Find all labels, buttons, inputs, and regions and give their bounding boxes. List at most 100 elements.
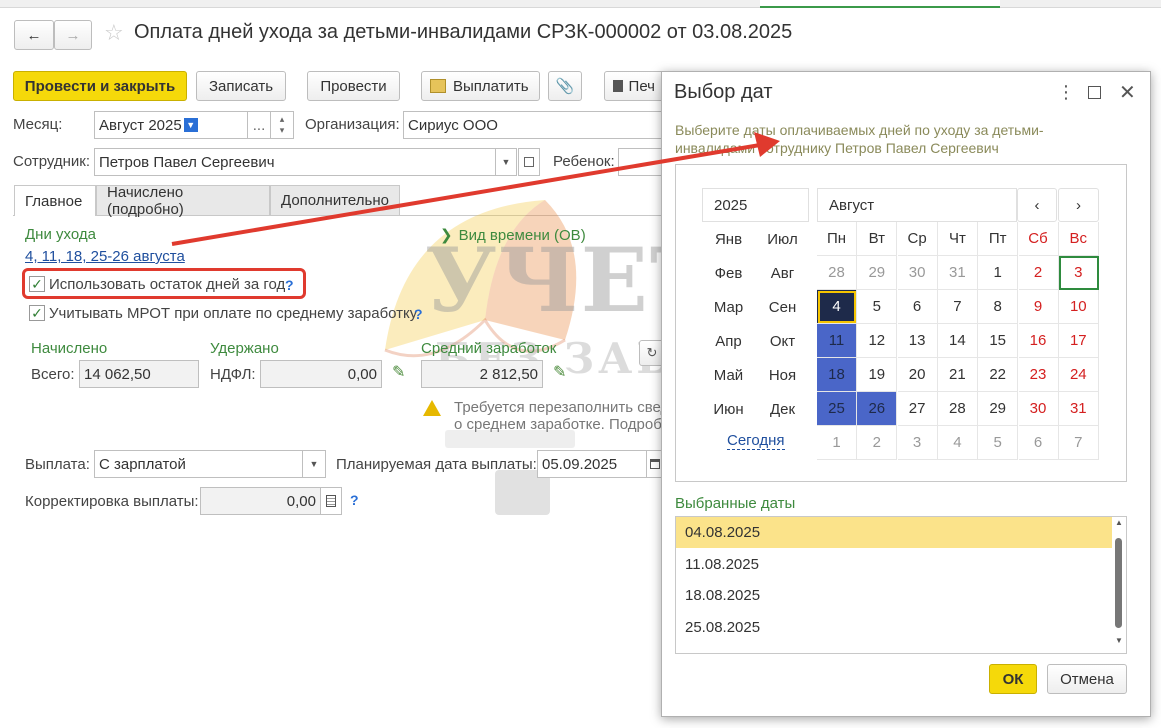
scroll-thumb[interactable] bbox=[1115, 538, 1122, 628]
calendar-day[interactable]: 1 bbox=[978, 256, 1019, 290]
month-stepper[interactable]: ▴ ▾ bbox=[270, 111, 294, 139]
month-option[interactable]: Апр bbox=[702, 324, 755, 358]
calendar-day[interactable]: 23 bbox=[1018, 358, 1059, 392]
dropdown-icon[interactable]: ▼ bbox=[183, 118, 198, 132]
calendar-day[interactable]: 11 bbox=[817, 324, 857, 358]
scroll-down-icon[interactable]: ▼ bbox=[1115, 636, 1123, 645]
calendar-day[interactable]: 28 bbox=[937, 392, 978, 426]
ok-button[interactable]: ОК bbox=[989, 664, 1037, 694]
calendar-day[interactable]: 26 bbox=[857, 392, 898, 426]
calendar-day[interactable]: 5 bbox=[857, 290, 898, 324]
calendar-day[interactable]: 8 bbox=[978, 290, 1019, 324]
payment-dropdown[interactable]: ▼ bbox=[302, 450, 326, 478]
month-option[interactable]: Июл bbox=[756, 222, 809, 256]
attach-button[interactable]: 📎 bbox=[548, 71, 582, 101]
calendar-day[interactable]: 1 bbox=[817, 426, 857, 460]
calendar-day[interactable]: 30 bbox=[897, 256, 938, 290]
calendar-day[interactable]: 28 bbox=[817, 256, 857, 290]
month-field[interactable]: Август 2025 ▼ bbox=[94, 111, 248, 139]
calendar-day[interactable]: 16 bbox=[1018, 324, 1059, 358]
calendar-day[interactable]: 17 bbox=[1058, 324, 1099, 358]
care-days-link[interactable]: 4, 11, 18, 25-26 августа bbox=[25, 248, 185, 265]
calendar-day[interactable]: 2 bbox=[1018, 256, 1059, 290]
calendar-day[interactable]: 21 bbox=[937, 358, 978, 392]
mrot-help-icon[interactable]: ? bbox=[414, 306, 423, 322]
calendar-day[interactable]: 15 bbox=[978, 324, 1019, 358]
calendar-day[interactable]: 7 bbox=[1058, 426, 1099, 460]
calendar-day[interactable]: 18 bbox=[817, 358, 857, 392]
calendar-day[interactable]: 5 bbox=[978, 426, 1019, 460]
print-button[interactable]: Печ bbox=[604, 71, 664, 101]
selected-date-item[interactable]: 18.08.2025 bbox=[676, 580, 1112, 611]
stepper-down-icon[interactable]: ▾ bbox=[280, 125, 285, 136]
month-option[interactable]: Окт bbox=[756, 324, 809, 358]
use-rest-checkbox[interactable]: ✓ bbox=[29, 276, 45, 292]
today-link[interactable]: Сегодня bbox=[727, 433, 785, 450]
year-field[interactable]: 2025 bbox=[702, 188, 809, 222]
calendar-day[interactable]: 3 bbox=[1058, 256, 1099, 290]
star-icon[interactable]: ☆ bbox=[104, 20, 124, 46]
back-button[interactable]: ← bbox=[14, 20, 54, 50]
list-scrollbar[interactable]: ▲ ▼ bbox=[1113, 518, 1125, 652]
average-edit-icon[interactable]: ✎ bbox=[553, 362, 566, 382]
time-type-link[interactable]: ❯ Вид времени (ОВ) bbox=[440, 226, 586, 244]
calendar-day[interactable]: 14 bbox=[937, 324, 978, 358]
calendar-day[interactable]: 3 bbox=[897, 426, 938, 460]
month-picker-field[interactable]: Август bbox=[817, 188, 1017, 222]
maximize-icon[interactable] bbox=[1088, 86, 1101, 99]
calendar-day[interactable]: 19 bbox=[857, 358, 898, 392]
calendar-day[interactable]: 29 bbox=[857, 256, 898, 290]
post-button[interactable]: Провести bbox=[307, 71, 400, 101]
calendar-day[interactable]: 30 bbox=[1018, 392, 1059, 426]
month-option[interactable]: Ноя bbox=[756, 358, 809, 392]
calendar-day[interactable]: 22 bbox=[978, 358, 1019, 392]
selected-date-item[interactable]: 25.08.2025 bbox=[676, 612, 1112, 643]
calendar-day[interactable]: 10 bbox=[1058, 290, 1099, 324]
scroll-up-icon[interactable]: ▲ bbox=[1115, 518, 1123, 527]
calendar-day[interactable]: 6 bbox=[897, 290, 938, 324]
calendar-day[interactable]: 31 bbox=[1058, 392, 1099, 426]
calendar-day[interactable]: 2 bbox=[857, 426, 898, 460]
calendar-day[interactable]: 4 bbox=[937, 426, 978, 460]
post-and-close-button[interactable]: Провести и закрыть bbox=[13, 71, 187, 101]
correction-field[interactable]: 0,00 bbox=[200, 487, 321, 515]
tab-main[interactable]: Главное bbox=[14, 185, 96, 216]
save-button[interactable]: Записать bbox=[196, 71, 286, 101]
ndfl-edit-icon[interactable]: ✎ bbox=[392, 362, 405, 382]
month-option[interactable]: Авг bbox=[756, 256, 809, 290]
use-rest-help-icon[interactable]: ? bbox=[285, 277, 294, 293]
calendar-day[interactable]: 25 bbox=[817, 392, 857, 426]
month-option[interactable]: Дек bbox=[756, 392, 809, 426]
calendar-day[interactable]: 27 bbox=[897, 392, 938, 426]
month-option[interactable]: Янв bbox=[702, 222, 755, 256]
calendar-day[interactable]: 12 bbox=[857, 324, 898, 358]
organization-field[interactable]: Сириус ООО bbox=[403, 111, 665, 139]
calendar-day[interactable]: 9 bbox=[1018, 290, 1059, 324]
month-option[interactable]: Июн bbox=[702, 392, 755, 426]
month-option[interactable]: Фев bbox=[702, 256, 755, 290]
mrot-checkbox[interactable]: ✓ bbox=[29, 305, 45, 321]
next-month-button[interactable]: › bbox=[1058, 188, 1099, 222]
calendar-day[interactable]: 24 bbox=[1058, 358, 1099, 392]
pay-button[interactable]: Выплатить bbox=[421, 71, 540, 101]
close-icon[interactable]: ✕ bbox=[1119, 80, 1136, 105]
forward-button[interactable]: → bbox=[54, 20, 92, 50]
stepper-up-icon[interactable]: ▴ bbox=[280, 114, 285, 125]
plan-date-field[interactable]: 05.09.2025 bbox=[537, 450, 647, 478]
month-option[interactable]: Сен bbox=[756, 290, 809, 324]
correction-help-icon[interactable]: ? bbox=[350, 492, 359, 508]
calendar-day[interactable]: 29 bbox=[978, 392, 1019, 426]
selected-date-item[interactable]: 04.08.2025 bbox=[676, 517, 1112, 548]
calendar-day[interactable]: 4 bbox=[817, 290, 857, 324]
calendar-day[interactable]: 6 bbox=[1018, 426, 1059, 460]
month-option[interactable]: Мар bbox=[702, 290, 755, 324]
correction-calc-button[interactable] bbox=[320, 487, 342, 515]
calendar-day[interactable]: 13 bbox=[897, 324, 938, 358]
more-icon[interactable]: ⋮ bbox=[1057, 82, 1075, 103]
calendar-day[interactable]: 31 bbox=[937, 256, 978, 290]
month-select-button[interactable]: ... bbox=[247, 111, 271, 139]
prev-month-button[interactable]: ‹ bbox=[1017, 188, 1057, 222]
cancel-button[interactable]: Отмена bbox=[1047, 664, 1127, 694]
tab-accrued-detail[interactable]: Начислено (подробно) bbox=[96, 184, 270, 218]
payment-field[interactable]: С зарплатой bbox=[94, 450, 303, 478]
